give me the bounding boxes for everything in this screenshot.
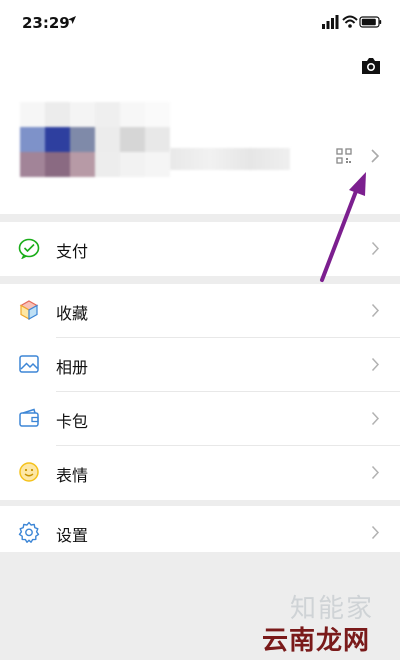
chevron-right-icon	[371, 525, 380, 540]
blurred-username	[170, 148, 290, 170]
smiley-sticker-icon	[19, 462, 39, 482]
menu-item-cards[interactable]: 卡包	[0, 392, 400, 446]
battery-icon	[359, 16, 382, 28]
gear-icon	[18, 521, 40, 543]
profile-header[interactable]	[0, 44, 400, 214]
wifi-icon	[342, 15, 358, 28]
cube-favorites-icon	[19, 300, 39, 321]
chevron-right-icon	[371, 411, 380, 426]
menu-label-stickers: 表情	[56, 466, 89, 485]
status-bar: 23:29	[0, 0, 400, 44]
chevron-right-icon	[371, 465, 380, 480]
watermark-site-text: 云南龙网	[262, 626, 371, 656]
signal-icon	[322, 15, 339, 29]
qr-code-icon[interactable]	[336, 148, 352, 164]
chevron-right-icon[interactable]	[370, 148, 380, 164]
camera-icon[interactable]	[360, 56, 382, 76]
chevron-right-icon	[371, 357, 380, 372]
menu-group-main: 收藏 相册 卡包 表情	[0, 284, 400, 500]
location-arrow-icon	[68, 16, 76, 24]
picture-album-icon	[19, 355, 39, 373]
menu-label-album: 相册	[56, 358, 89, 377]
menu-item-stickers[interactable]: 表情	[0, 446, 400, 500]
chevron-right-icon	[371, 241, 380, 256]
blurred-avatar[interactable]	[20, 102, 170, 178]
menu-label-settings: 设置	[56, 526, 89, 545]
card-wallet-icon	[19, 408, 39, 427]
menu-item-album[interactable]: 相册	[0, 338, 400, 392]
menu-item-favorites[interactable]: 收藏	[0, 284, 400, 338]
menu-label-pay: 支付	[56, 242, 89, 261]
menu-label-favorites: 收藏	[56, 304, 89, 323]
status-time: 23:29	[22, 14, 70, 32]
chevron-right-icon	[371, 303, 380, 318]
menu-label-cards: 卡包	[56, 412, 89, 431]
menu-item-pay[interactable]: 支付	[0, 222, 400, 276]
wechat-pay-icon	[18, 238, 40, 259]
menu-group-pay: 支付	[0, 222, 400, 276]
status-icons	[322, 15, 382, 29]
